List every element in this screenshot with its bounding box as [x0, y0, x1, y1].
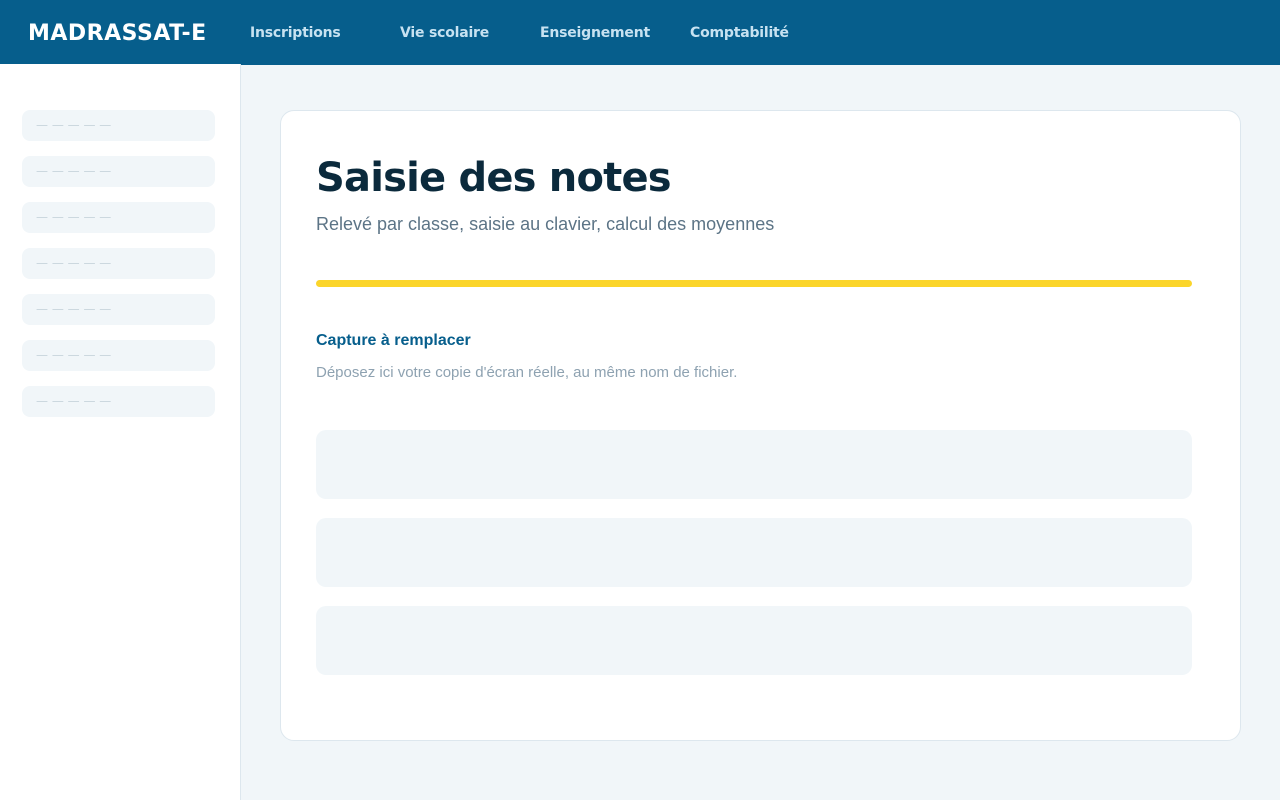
placeholder-block	[316, 518, 1192, 587]
sidebar-item[interactable]: — — — — —	[22, 340, 215, 371]
sidebar-item-label: — — — — —	[36, 256, 112, 270]
capture-placeholder-description: Déposez ici votre copie d'écran réelle, …	[316, 364, 738, 381]
page-title: Saisie des notes	[316, 155, 672, 201]
sidebar-item-label: — — — — —	[36, 348, 112, 362]
sidebar: — — — — — — — — — — — — — — — — — — — — …	[0, 64, 241, 800]
content-card: Saisie des notes Relevé par classe, sais…	[280, 110, 1241, 741]
sidebar-item[interactable]: — — — — —	[22, 110, 215, 141]
sidebar-item[interactable]: — — — — —	[22, 248, 215, 279]
nav-item-vie-scolaire[interactable]: Vie scolaire	[400, 24, 489, 42]
sidebar-item-label: — — — — —	[36, 302, 112, 316]
placeholder-block	[316, 606, 1192, 675]
sidebar-item[interactable]: — — — — —	[22, 202, 215, 233]
sidebar-item[interactable]: — — — — —	[22, 156, 215, 187]
nav-item-inscriptions[interactable]: Inscriptions	[250, 24, 341, 42]
sidebar-item-label: — — — — —	[36, 394, 112, 408]
capture-placeholder-title: Capture à remplacer	[316, 332, 471, 349]
sidebar-item-label: — — — — —	[36, 164, 112, 178]
accent-divider	[316, 280, 1192, 287]
sidebar-item[interactable]: — — — — —	[22, 294, 215, 325]
top-navigation-bar: MADRASSAT-E Inscriptions Vie scolaire En…	[0, 0, 1280, 65]
sidebar-item-label: — — — — —	[36, 118, 112, 132]
brand-logo[interactable]: MADRASSAT-E	[28, 20, 207, 48]
page-subtitle: Relevé par classe, saisie au clavier, ca…	[316, 214, 775, 234]
nav-item-comptabilite[interactable]: Comptabilité	[690, 24, 789, 42]
sidebar-item[interactable]: — — — — —	[22, 386, 215, 417]
nav-item-enseignement[interactable]: Enseignement	[540, 24, 650, 42]
sidebar-item-label: — — — — —	[36, 210, 112, 224]
placeholder-block	[316, 430, 1192, 499]
